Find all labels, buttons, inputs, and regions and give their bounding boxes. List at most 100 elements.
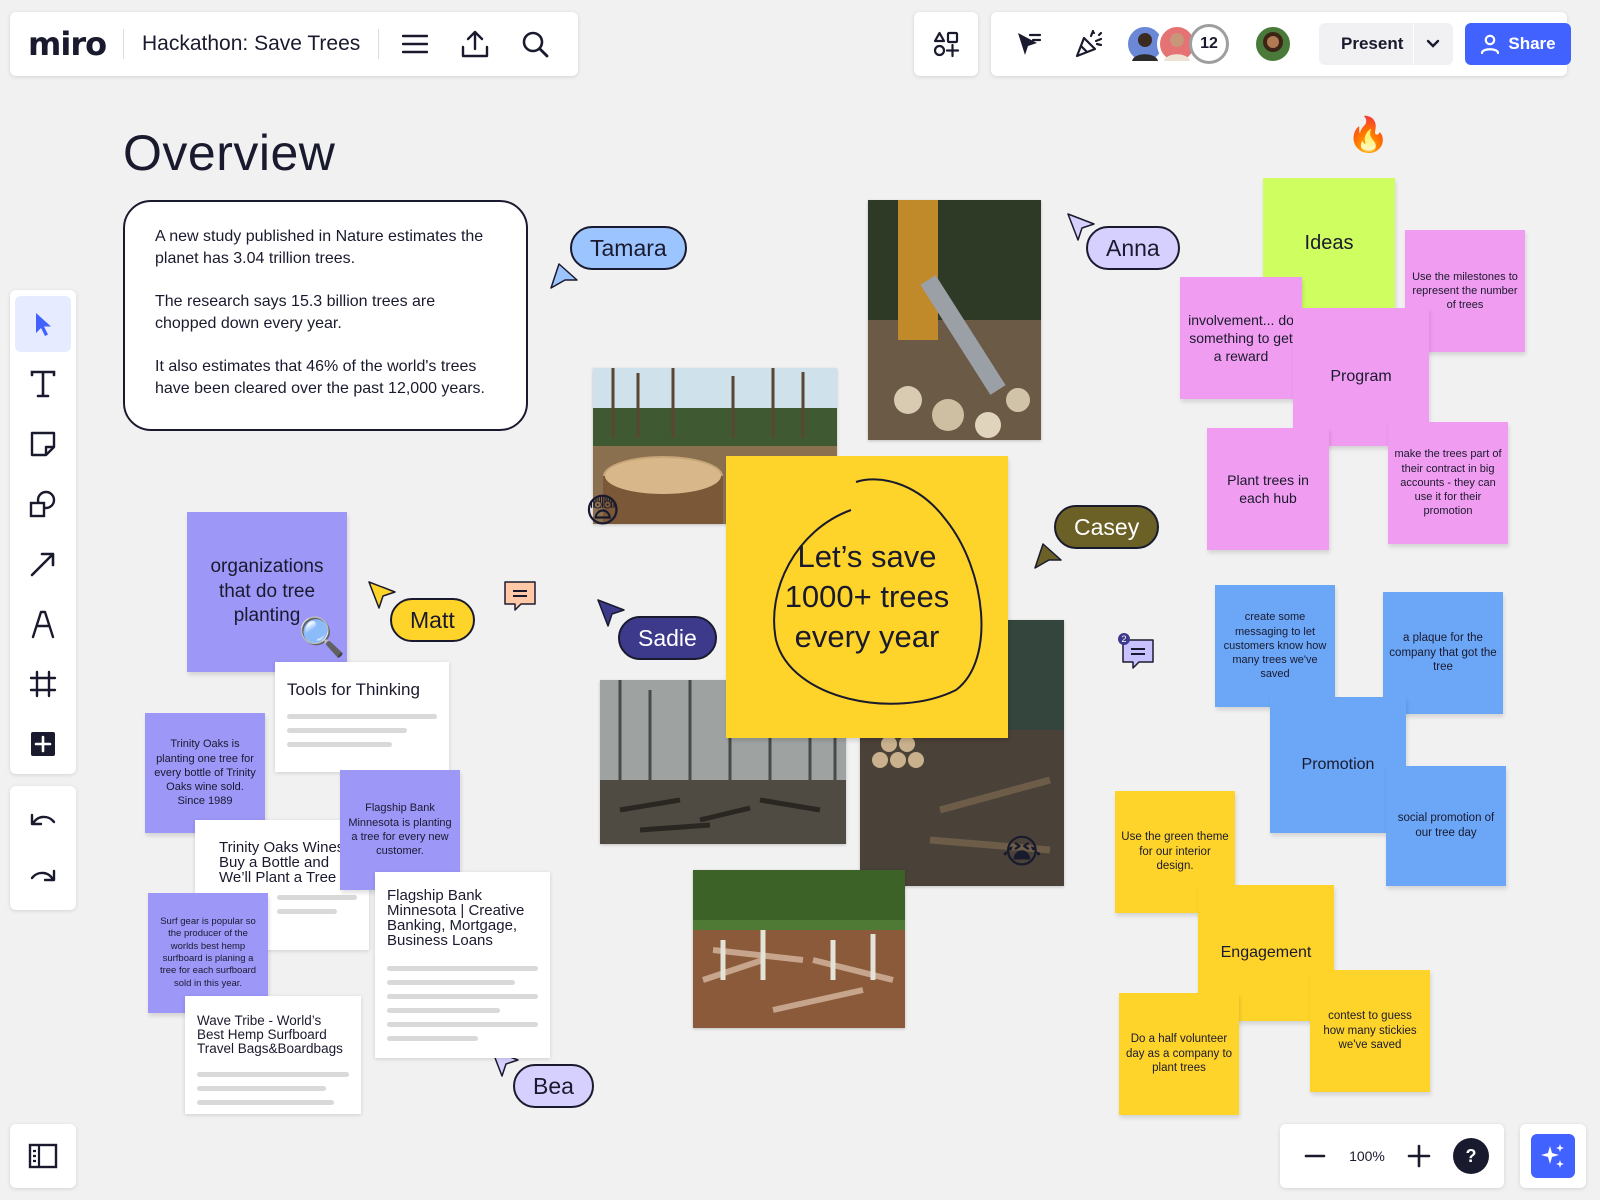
sticky-note[interactable]: contest to guess how many stickies we've… (1310, 970, 1430, 1092)
party-popper-icon (1075, 29, 1103, 58)
card-text-placeholder (287, 728, 407, 733)
celebrate-button[interactable] (1059, 14, 1119, 74)
link-card[interactable]: Flagship Bank Minnesota | Creative Banki… (375, 872, 550, 1058)
connector-tool[interactable] (15, 536, 71, 592)
undo-icon (30, 813, 56, 826)
crying-emoji[interactable]: 😭 (1002, 835, 1042, 869)
sticky-text: Flagship Bank Minnesota is planting a tr… (348, 802, 452, 858)
shapes-tool[interactable] (15, 476, 71, 532)
miro-logo[interactable]: miro (10, 25, 123, 63)
zoom-level[interactable]: 100% (1349, 1148, 1385, 1164)
frame-tool[interactable] (15, 656, 71, 712)
comment-icon[interactable] (503, 580, 537, 614)
avatar[interactable] (1253, 24, 1293, 64)
link-card[interactable]: Tools for Thinking (275, 662, 449, 772)
apps-button[interactable] (914, 12, 978, 76)
sidebar-panel-icon (28, 1143, 58, 1169)
card-title: Flagship Bank Minnesota | Creative Banki… (387, 887, 525, 949)
comment-thread-icon[interactable]: 2 (1117, 632, 1157, 672)
more-tools-button[interactable] (15, 716, 71, 772)
sticky-note[interactable]: make the trees part of their contract in… (1388, 422, 1508, 544)
sticky-note-tool[interactable] (15, 416, 71, 472)
search-button[interactable] (505, 14, 565, 74)
creation-toolbar (10, 290, 76, 774)
main-goal-sticky[interactable]: Let’s save 1000+ trees every year (726, 456, 1008, 738)
pointer-icon (36, 313, 51, 336)
sticky-text: Use the green theme for our interior des… (1121, 830, 1229, 873)
export-button[interactable] (445, 14, 505, 74)
card-text-placeholder (387, 1008, 501, 1013)
photo-image (693, 870, 905, 1028)
redo-button[interactable] (15, 851, 71, 901)
card-text-placeholder (197, 1100, 334, 1105)
help-button[interactable]: ? (1452, 1138, 1489, 1174)
sticky-note[interactable]: Do a half volunteer day as a company to … (1119, 993, 1239, 1115)
card-text-placeholder (387, 1022, 538, 1027)
fearful-emoji[interactable]: 😨 (585, 494, 620, 528)
select-tool[interactable] (15, 296, 71, 352)
card-title: Wave Tribe - World’s Best Hemp Surfboard… (197, 1013, 343, 1056)
plus-icon (1407, 1144, 1431, 1168)
sticky-note-icon (30, 431, 56, 457)
fact-text: A new study published in Nature estimate… (155, 228, 484, 267)
pen-tool[interactable] (15, 596, 71, 652)
collaborator-cursor-label: Matt (390, 598, 475, 642)
sticky-note[interactable]: Trinity Oaks is planting one tree for ev… (145, 713, 265, 833)
sticky-text: Program (1330, 367, 1392, 385)
minus-icon (1304, 1154, 1326, 1158)
sticky-note[interactable]: involvement... do something to get a rew… (1180, 277, 1302, 399)
upload-icon (462, 30, 489, 58)
sticky-text: Ideas (1304, 232, 1354, 254)
link-card[interactable]: Wave Tribe - World’s Best Hemp Surfboard… (185, 996, 361, 1114)
board-title[interactable]: Hackathon: Save Trees (124, 32, 378, 56)
sticky-note[interactable]: social promotion of our tree day (1386, 766, 1506, 886)
collaborator-cursor-label: Anna (1086, 226, 1180, 270)
magnifier-emoji: 🔍 (298, 615, 346, 659)
present-options-button[interactable] (1414, 23, 1452, 65)
fire-emoji[interactable]: 🔥 (1347, 118, 1389, 152)
text-tool[interactable] (15, 356, 71, 412)
photo-planted-saplings[interactable] (693, 870, 905, 1028)
zoom-in-button[interactable] (1399, 1136, 1439, 1176)
photo-image (868, 200, 1041, 440)
share-button[interactable]: Share (1465, 23, 1571, 65)
facts-text-box[interactable]: A new study published in Nature estimate… (123, 200, 528, 431)
zoom-controls: 100% ? (1280, 1124, 1504, 1188)
sticky-text: create some messaging to let customers k… (1223, 611, 1327, 681)
sparkles-icon (1541, 1144, 1564, 1168)
card-text-placeholder (277, 909, 337, 914)
cursor-arrow-icon (368, 581, 396, 609)
share-label: Share (1508, 34, 1556, 53)
hamburger-menu-icon (402, 34, 429, 54)
photo-chainsaw-logs[interactable] (868, 200, 1041, 440)
sticky-text: contest to guess how many stickies we've… (1323, 1009, 1417, 1052)
sticky-note[interactable]: Surf gear is popular so the producer of … (148, 893, 268, 1013)
fact-text: The research says 15.3 billion trees are… (155, 293, 436, 332)
collaborator-count[interactable]: 12 (1189, 24, 1229, 64)
sticky-note[interactable]: create some messaging to let customers k… (1215, 585, 1335, 707)
sticky-text: make the trees part of their contract in… (1394, 448, 1502, 518)
frame-icon (29, 670, 57, 698)
present-button[interactable]: Present (1319, 23, 1453, 65)
divider (378, 29, 380, 59)
text-icon (30, 370, 56, 398)
chevron-down-icon (1426, 39, 1440, 48)
shapes-icon (29, 490, 56, 518)
zoom-out-button[interactable] (1295, 1136, 1335, 1176)
sticky-text: Promotion (1301, 755, 1375, 773)
ai-assist-button[interactable] (1531, 1134, 1575, 1178)
fact-text: It also estimates that 46% of the world'… (155, 358, 485, 397)
user-icon (1481, 34, 1500, 54)
sticky-text: involvement... do something to get a rew… (1188, 311, 1294, 365)
sticky-note[interactable]: a plaque for the company that got the tr… (1383, 592, 1503, 714)
plus-square-icon (31, 732, 55, 756)
undo-button[interactable] (15, 795, 71, 845)
sticky-text: a plaque for the company that got the tr… (1389, 631, 1497, 674)
reactions-cursor-button[interactable] (999, 14, 1059, 74)
sticky-text: Do a half volunteer day as a company to … (1125, 1032, 1233, 1075)
card-title: Trinity Oaks Wines Buy a Bottle and We’l… (219, 839, 345, 886)
board-panel-button[interactable] (10, 1124, 76, 1188)
arrow-line-icon (30, 552, 55, 577)
sticky-note[interactable]: Plant trees in each hub (1207, 428, 1329, 550)
menu-button[interactable] (385, 14, 445, 74)
